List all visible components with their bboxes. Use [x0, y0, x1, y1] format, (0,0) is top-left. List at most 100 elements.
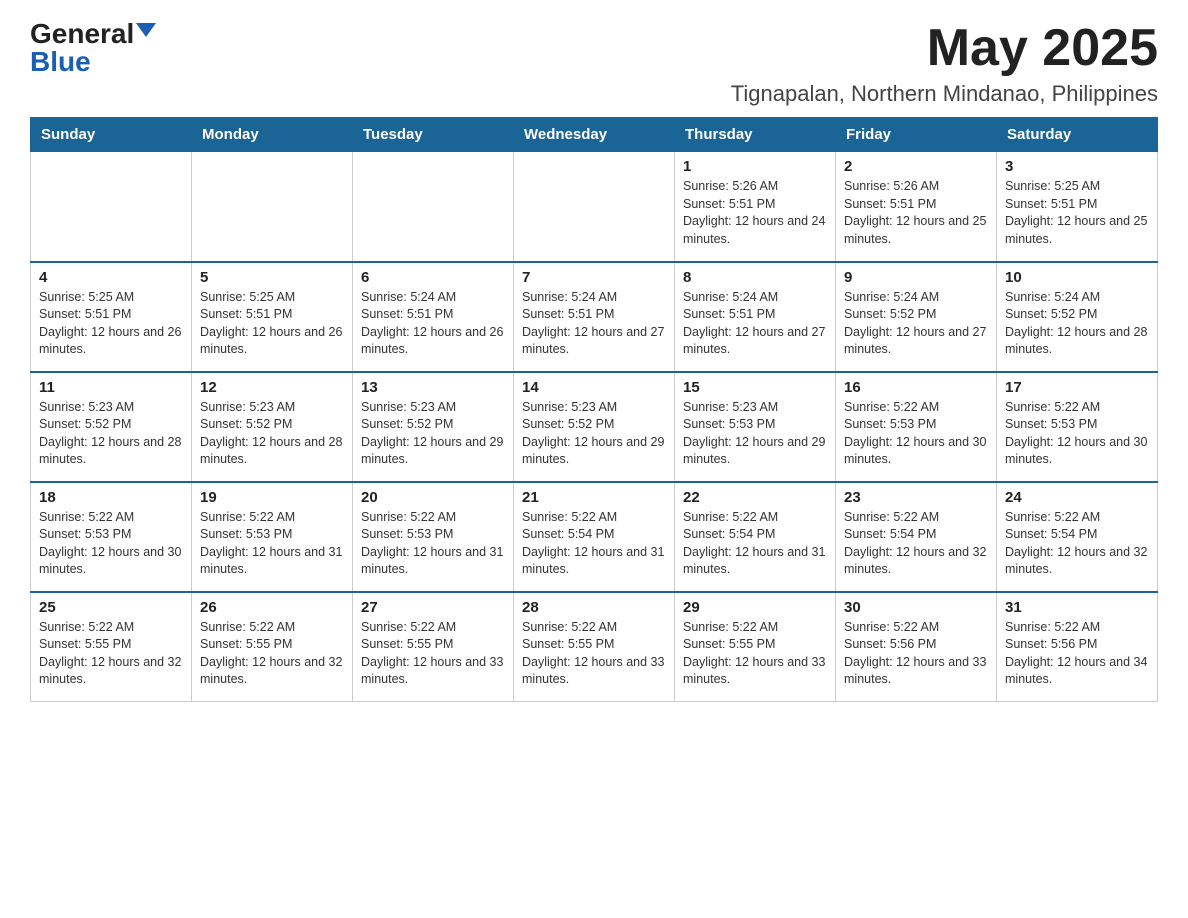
calendar-day-cell: 14Sunrise: 5:23 AM Sunset: 5:52 PM Dayli…: [514, 372, 675, 482]
calendar-day-cell: 24 Sunrise: 5:22 AM Sunset: 5:54 PM Dayli…: [997, 482, 1158, 592]
day-info: Sunrise: 5:24 AM Sunset: 5:51 PM Dayligh…: [361, 289, 505, 359]
day-info: Sunrise: 5:24 AM Sunset: 5:52 PM Dayligh…: [844, 289, 988, 359]
calendar-day-cell: 11 Sunrise: 5:23 AM Sunset: 5:52 PM Dayli…: [31, 372, 192, 482]
calendar-day-cell: 9 Sunrise: 5:24 AM Sunset: 5:52 PM Daylig…: [836, 262, 997, 372]
day-info: Sunrise: 5:22 AM Sunset: 5:54 PM Dayligh…: [844, 509, 988, 579]
day-number: 5: [200, 269, 344, 286]
day-info: Sunrise: 5:26 AM Sunset: 5:51 PM Dayligh…: [844, 178, 988, 248]
day-info: Sunrise: 5:24 AM Sunset: 5:51 PM Dayligh…: [683, 289, 827, 359]
day-info: Sunrise: 5:25 AM Sunset: 5:51 PM Dayligh…: [200, 289, 344, 359]
day-info: Sunrise: 5:22 AM Sunset: 5:55 PM Dayligh…: [39, 619, 183, 689]
day-number: 10: [1005, 269, 1149, 286]
calendar-day-cell: 12 Sunrise: 5:23 AM Sunset: 5:52 PM Dayli…: [192, 372, 353, 482]
day-info: Sunrise: 5:23 AM Sunset: 5:52 PM Dayligh…: [200, 399, 344, 469]
logo-general-text: General: [30, 20, 134, 48]
calendar-week-row: 18Sunrise: 5:22 AM Sunset: 5:53 PM Dayli…: [31, 482, 1158, 592]
day-info: Sunrise: 5:22 AM Sunset: 5:53 PM Dayligh…: [1005, 399, 1149, 469]
calendar-day-cell: 31 Sunrise: 5:22 AM Sunset: 5:56 PM Dayli…: [997, 592, 1158, 702]
day-number: 3: [1005, 158, 1149, 175]
day-number: 12: [200, 379, 344, 396]
day-info: Sunrise: 5:23 AM Sunset: 5:52 PM Dayligh…: [522, 399, 666, 469]
calendar-day-cell: 3 Sunrise: 5:25 AM Sunset: 5:51 PM Daylig…: [997, 152, 1158, 262]
calendar-week-row: 11 Sunrise: 5:23 AM Sunset: 5:52 PM Dayli…: [31, 372, 1158, 482]
day-number: 22: [683, 489, 827, 506]
day-info: Sunrise: 5:22 AM Sunset: 5:56 PM Dayligh…: [844, 619, 988, 689]
day-number: 9: [844, 269, 988, 286]
calendar-day-cell: [514, 152, 675, 262]
day-info: Sunrise: 5:22 AM Sunset: 5:55 PM Dayligh…: [522, 619, 666, 689]
calendar-day-cell: [192, 152, 353, 262]
day-number: 1: [683, 158, 827, 175]
day-info: Sunrise: 5:22 AM Sunset: 5:54 PM Dayligh…: [522, 509, 666, 579]
calendar-day-cell: 5 Sunrise: 5:25 AM Sunset: 5:51 PM Daylig…: [192, 262, 353, 372]
day-number: 23: [844, 489, 988, 506]
day-number: 7: [522, 269, 666, 286]
calendar-day-cell: 6 Sunrise: 5:24 AM Sunset: 5:51 PM Daylig…: [353, 262, 514, 372]
day-info: Sunrise: 5:22 AM Sunset: 5:55 PM Dayligh…: [200, 619, 344, 689]
day-number: 17: [1005, 379, 1149, 396]
day-info: Sunrise: 5:22 AM Sunset: 5:53 PM Dayligh…: [200, 509, 344, 579]
day-info: Sunrise: 5:25 AM Sunset: 5:51 PM Dayligh…: [39, 289, 183, 359]
day-number: 20: [361, 489, 505, 506]
day-number: 2: [844, 158, 988, 175]
day-info: Sunrise: 5:22 AM Sunset: 5:54 PM Dayligh…: [1005, 509, 1149, 579]
page-header: General Blue May 2025 Tignapalan, Northe…: [30, 20, 1158, 107]
day-info: Sunrise: 5:22 AM Sunset: 5:54 PM Dayligh…: [683, 509, 827, 579]
logo: General Blue: [30, 20, 156, 76]
calendar-day-cell: 2 Sunrise: 5:26 AM Sunset: 5:51 PM Daylig…: [836, 152, 997, 262]
day-number: 8: [683, 269, 827, 286]
day-info: Sunrise: 5:25 AM Sunset: 5:51 PM Dayligh…: [1005, 178, 1149, 248]
day-number: 4: [39, 269, 183, 286]
calendar-day-cell: 22 Sunrise: 5:22 AM Sunset: 5:54 PM Dayli…: [675, 482, 836, 592]
calendar-day-cell: 18Sunrise: 5:22 AM Sunset: 5:53 PM Dayli…: [31, 482, 192, 592]
day-number: 11: [39, 379, 183, 396]
day-info: Sunrise: 5:22 AM Sunset: 5:56 PM Dayligh…: [1005, 619, 1149, 689]
day-number: 26: [200, 599, 344, 616]
day-number: 19: [200, 489, 344, 506]
day-info: Sunrise: 5:22 AM Sunset: 5:53 PM Dayligh…: [844, 399, 988, 469]
day-number: 16: [844, 379, 988, 396]
calendar-day-cell: 16 Sunrise: 5:22 AM Sunset: 5:53 PM Dayli…: [836, 372, 997, 482]
month-title: May 2025: [731, 20, 1158, 77]
day-number: 25: [39, 599, 183, 616]
calendar-header-friday: Friday: [836, 118, 997, 152]
title-section: May 2025 Tignapalan, Northern Mindanao, …: [731, 20, 1158, 107]
calendar-header-saturday: Saturday: [997, 118, 1158, 152]
logo-triangle-icon: [136, 23, 156, 37]
calendar-day-cell: 28 Sunrise: 5:22 AM Sunset: 5:55 PM Dayli…: [514, 592, 675, 702]
calendar-day-cell: 7 Sunrise: 5:24 AM Sunset: 5:51 PM Daylig…: [514, 262, 675, 372]
calendar-day-cell: 1Sunrise: 5:26 AM Sunset: 5:51 PM Daylig…: [675, 152, 836, 262]
calendar-day-cell: 27Sunrise: 5:22 AM Sunset: 5:55 PM Dayli…: [353, 592, 514, 702]
calendar-day-cell: 20Sunrise: 5:22 AM Sunset: 5:53 PM Dayli…: [353, 482, 514, 592]
calendar-week-row: 25 Sunrise: 5:22 AM Sunset: 5:55 PM Dayli…: [31, 592, 1158, 702]
calendar-day-cell: 13 Sunrise: 5:23 AM Sunset: 5:52 PM Dayli…: [353, 372, 514, 482]
calendar-day-cell: 8 Sunrise: 5:24 AM Sunset: 5:51 PM Daylig…: [675, 262, 836, 372]
day-number: 6: [361, 269, 505, 286]
day-number: 13: [361, 379, 505, 396]
calendar-day-cell: 17 Sunrise: 5:22 AM Sunset: 5:53 PM Dayli…: [997, 372, 1158, 482]
day-info: Sunrise: 5:22 AM Sunset: 5:53 PM Dayligh…: [39, 509, 183, 579]
logo-blue-text: Blue: [30, 48, 91, 76]
day-number: 15: [683, 379, 827, 396]
day-info: Sunrise: 5:23 AM Sunset: 5:52 PM Dayligh…: [39, 399, 183, 469]
day-info: Sunrise: 5:24 AM Sunset: 5:51 PM Dayligh…: [522, 289, 666, 359]
calendar-day-cell: 19 Sunrise: 5:22 AM Sunset: 5:53 PM Dayli…: [192, 482, 353, 592]
day-number: 24: [1005, 489, 1149, 506]
calendar-day-cell: 25 Sunrise: 5:22 AM Sunset: 5:55 PM Dayli…: [31, 592, 192, 702]
calendar-header-monday: Monday: [192, 118, 353, 152]
calendar-header-row: SundayMondayTuesdayWednesdayThursdayFrid…: [31, 118, 1158, 152]
day-number: 29: [683, 599, 827, 616]
calendar-day-cell: 30 Sunrise: 5:22 AM Sunset: 5:56 PM Dayli…: [836, 592, 997, 702]
calendar-day-cell: [31, 152, 192, 262]
calendar-day-cell: 10Sunrise: 5:24 AM Sunset: 5:52 PM Dayli…: [997, 262, 1158, 372]
day-info: Sunrise: 5:22 AM Sunset: 5:55 PM Dayligh…: [683, 619, 827, 689]
day-number: 31: [1005, 599, 1149, 616]
day-info: Sunrise: 5:22 AM Sunset: 5:55 PM Dayligh…: [361, 619, 505, 689]
calendar-header-wednesday: Wednesday: [514, 118, 675, 152]
day-number: 28: [522, 599, 666, 616]
calendar-day-cell: 23 Sunrise: 5:22 AM Sunset: 5:54 PM Dayli…: [836, 482, 997, 592]
day-info: Sunrise: 5:23 AM Sunset: 5:52 PM Dayligh…: [361, 399, 505, 469]
calendar-week-row: 1 Sunrise: 5:26 AM Sunset: 5:51 PM Daylig…: [31, 152, 1158, 262]
calendar-day-cell: 4 Sunrise: 5:25 AM Sunset: 5:51 PM Daylig…: [31, 262, 192, 372]
day-number: 30: [844, 599, 988, 616]
